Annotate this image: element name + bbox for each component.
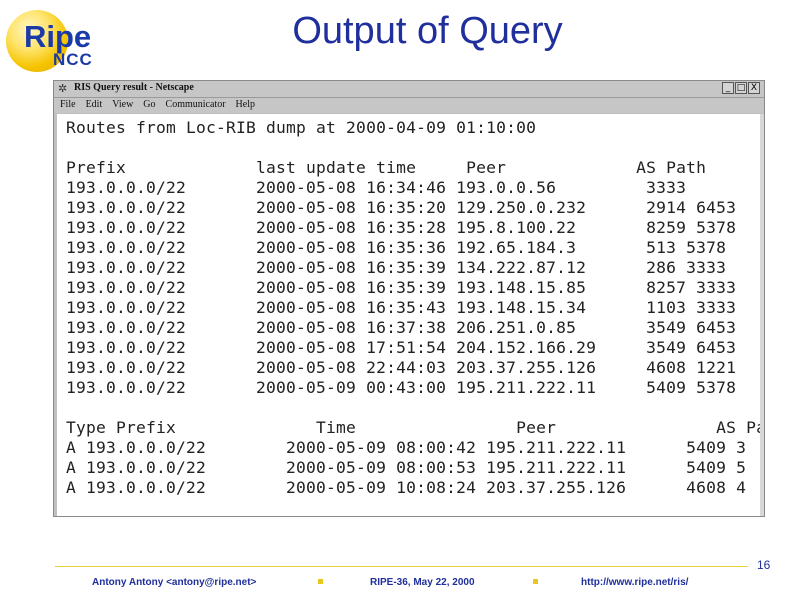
logo-ncc-text: NCC <box>53 50 93 69</box>
table2-row: A 193.0.0.0/22 2000-05-09 08:00:53 195.2… <box>66 458 747 477</box>
table1-row: 193.0.0.0/22 2000-05-09 00:43:00 195.211… <box>66 378 737 397</box>
window-controls: _ □ X <box>722 82 760 94</box>
page-content: Routes from Loc-RIB dump at 2000-04-09 0… <box>57 114 760 516</box>
table1-row: 193.0.0.0/22 2000-05-08 16:35:20 129.250… <box>66 198 737 217</box>
close-button[interactable]: X <box>748 82 760 94</box>
menu-communicator[interactable]: Communicator <box>160 98 230 113</box>
footer-bullet-icon <box>318 579 323 584</box>
browser-window: ✲ RIS Query result - Netscape _ □ X File… <box>53 80 765 517</box>
table1-row: 193.0.0.0/22 2000-05-08 16:35:36 192.65.… <box>66 238 727 257</box>
table2-header: Type Prefix Time Peer AS Pa <box>66 418 760 437</box>
footer-meeting: RIPE-36, May 22, 2000 <box>370 577 475 588</box>
menu-go[interactable]: Go <box>137 98 159 113</box>
menu-file[interactable]: File <box>54 98 80 113</box>
table1-row: 193.0.0.0/22 2000-05-08 16:35:43 193.148… <box>66 298 737 317</box>
table2-row: A 193.0.0.0/22 2000-05-09 08:00:42 195.2… <box>66 438 747 457</box>
vertical-scrollbar[interactable] <box>760 114 764 516</box>
footer-rule <box>55 566 748 567</box>
table1-row: 193.0.0.0/22 2000-05-08 16:34:46 193.0.0… <box>66 178 687 197</box>
footer-author: Antony Antony <antony@ripe.net> <box>92 577 257 588</box>
maximize-button[interactable]: □ <box>735 82 747 94</box>
window-title: RIS Query result - Netscape <box>74 82 194 93</box>
app-icon[interactable]: ✲ <box>58 83 70 95</box>
table1-header: Prefix last update time Peer AS Path <box>66 158 707 177</box>
table2-row: A 193.0.0.0/22 2000-05-09 10:08:24 203.3… <box>66 478 747 497</box>
page-number: 16 <box>757 558 771 572</box>
menu-view[interactable]: View <box>106 98 137 113</box>
footer-url[interactable]: http://www.ripe.net/ris/ <box>581 577 688 588</box>
routes-header: Routes from Loc-RIB dump at 2000-04-09 0… <box>66 118 537 137</box>
table1-row: 193.0.0.0/22 2000-05-08 22:44:03 203.37.… <box>66 358 737 377</box>
table1-row: 193.0.0.0/22 2000-05-08 17:51:54 204.152… <box>66 338 737 357</box>
table1-row: 193.0.0.0/22 2000-05-08 16:35:39 193.148… <box>66 278 737 297</box>
footer-bullet-icon <box>533 579 538 584</box>
table1-row: 193.0.0.0/22 2000-05-08 16:37:38 206.251… <box>66 318 737 337</box>
table1-row: 193.0.0.0/22 2000-05-08 16:35:39 134.222… <box>66 258 727 277</box>
menu-help[interactable]: Help <box>230 98 259 113</box>
window-titlebar[interactable]: ✲ RIS Query result - Netscape _ □ X <box>54 81 764 98</box>
menu-edit[interactable]: Edit <box>80 98 107 113</box>
table1-row: 193.0.0.0/22 2000-05-08 16:35:28 195.8.1… <box>66 218 737 237</box>
menu-bar: File Edit View Go Communicator Help <box>54 98 764 113</box>
minimize-button[interactable]: _ <box>722 82 734 94</box>
slide-title: Output of Query <box>292 10 563 52</box>
